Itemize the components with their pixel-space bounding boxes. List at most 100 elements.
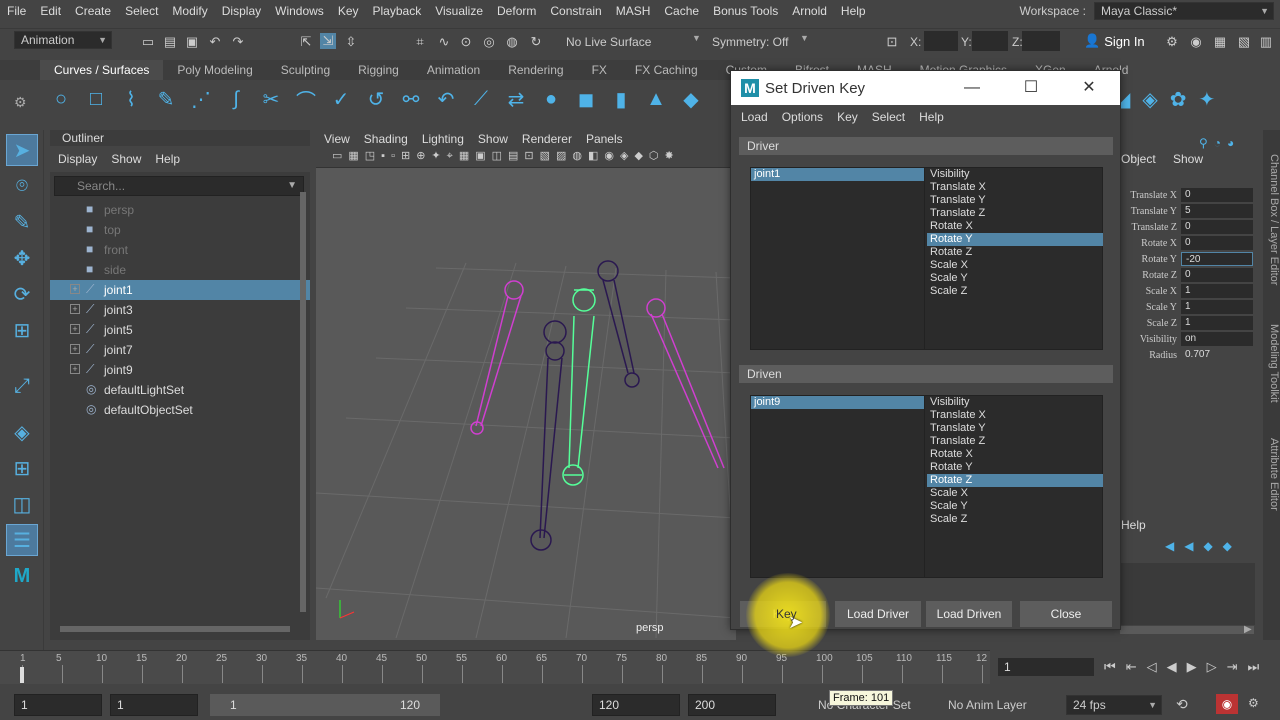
time-slider[interactable]: 1 5 10 15 20 25 30 35 40 45 50 55 60 65 70 75 80 85 90 95 10… <box>0 650 990 684</box>
outliner-item-joint1[interactable]: + ⟋ joint1 <box>50 280 310 300</box>
sdk-menu-key[interactable]: Key <box>837 110 858 124</box>
hypershade-icon[interactable]: ◉ <box>1188 34 1204 50</box>
channel-label[interactable]: Scale Y <box>1121 302 1181 313</box>
shelf-tab-curves-surfaces[interactable]: Curves / Surfaces <box>40 60 164 80</box>
step-forward-frame-icon[interactable]: ▷ <box>1207 659 1217 675</box>
y-coord-field[interactable] <box>972 31 1008 51</box>
save-scene-icon[interactable]: ▣ <box>184 34 200 50</box>
driver-attr-scale-z[interactable]: Scale Z <box>927 285 1103 298</box>
viewport-menu-view[interactable]: View <box>324 132 350 146</box>
select-tool-icon[interactable]: ➤ <box>6 134 38 166</box>
anim-layer-field[interactable]: No Anim Layer <box>948 698 1027 712</box>
redo-icon[interactable]: ↷ <box>230 34 246 50</box>
menu-create[interactable]: Create <box>68 0 118 22</box>
channel-box-icons[interactable]: ⚲◔◕ <box>1199 136 1259 150</box>
viewport-menu-renderer[interactable]: Renderer <box>522 132 572 146</box>
channel-value-field[interactable]: 5 <box>1181 204 1253 218</box>
sdk-menu-help[interactable]: Help <box>919 110 944 124</box>
live-surface-field[interactable]: No Live Surface <box>566 33 686 51</box>
snap-curve-icon[interactable]: ∿ <box>436 34 452 50</box>
channel-label[interactable]: Rotate Z <box>1121 270 1181 281</box>
channel-value-field[interactable]: 1 <box>1181 316 1253 330</box>
menu-deform[interactable]: Deform <box>490 0 543 22</box>
nurbs-sphere-icon[interactable]: ● <box>538 86 564 112</box>
sdk-menu-load[interactable]: Load <box>741 110 768 124</box>
gear-icon[interactable]: ⚙ <box>14 94 34 111</box>
close-button[interactable]: Close <box>1020 601 1112 627</box>
select-objects-icon[interactable]: ⇲ <box>320 33 336 49</box>
nurbs-plane-icon[interactable]: ◆ <box>678 86 704 112</box>
ipr-render-icon[interactable]: ▧ <box>1236 34 1252 50</box>
outliner-item-top[interactable]: ■ top <box>50 220 310 240</box>
driven-attr-scale-x[interactable]: Scale X <box>927 487 1103 500</box>
load-driven-button[interactable]: Load Driven <box>926 601 1012 627</box>
snap-view-icon[interactable]: ◎ <box>481 34 497 50</box>
curve-detach-icon[interactable]: ✓ <box>328 86 354 112</box>
outliner-item-side[interactable]: ■ side <box>50 260 310 280</box>
expand-icon[interactable]: + <box>70 364 80 374</box>
scroll-right-arrow-icon[interactable]: ▶ <box>1244 624 1252 635</box>
expand-icon[interactable]: + <box>70 344 80 354</box>
menu-edit[interactable]: Edit <box>33 0 68 22</box>
start-frame-field[interactable]: 1 <box>14 694 102 716</box>
shelf-tab-rigging[interactable]: Rigging <box>344 60 413 80</box>
driven-attr-translate-z[interactable]: Translate Z <box>927 435 1103 448</box>
channel-label[interactable]: Translate X <box>1121 190 1181 201</box>
viewport-menu-lighting[interactable]: Lighting <box>422 132 464 146</box>
menu-arnold[interactable]: Arnold <box>785 0 834 22</box>
driven-attr-rotate-x[interactable]: Rotate X <box>927 448 1103 461</box>
menu-key[interactable]: Key <box>331 0 366 22</box>
outliner-item-joint3[interactable]: + ⟋ joint3 <box>50 300 310 320</box>
channel-label[interactable]: Rotate X <box>1121 238 1181 249</box>
cv-curve-icon[interactable]: ⌇ <box>118 86 144 112</box>
layer-scrollbar[interactable] <box>1120 626 1254 634</box>
shelf-tab-sculpting[interactable]: Sculpting <box>267 60 344 80</box>
driven-attr-rotate-z[interactable]: Rotate Z <box>927 474 1103 487</box>
menu-mash[interactable]: MASH <box>609 0 658 22</box>
maximize-icon[interactable]: ☐ <box>1008 71 1054 105</box>
layer-icons[interactable]: ◀◀◆◆ <box>1165 539 1265 553</box>
menu-select[interactable]: Select <box>118 0 165 22</box>
current-frame-field[interactable]: 1 <box>998 658 1094 676</box>
outliner-search-input[interactable]: Search... ▼ <box>54 176 304 196</box>
shelf-tab-rendering[interactable]: Rendering <box>494 60 577 80</box>
driven-attr-scale-z[interactable]: Scale Z <box>927 513 1103 526</box>
driver-attr-translate-y[interactable]: Translate Y <box>927 194 1103 207</box>
render-settings-icon[interactable]: ⚙ <box>1164 34 1180 50</box>
channel-value-field[interactable]: 0 <box>1181 268 1253 282</box>
revolve-icon[interactable]: ✿ <box>1170 87 1187 112</box>
go-to-start-icon[interactable]: ⏮ <box>1104 659 1116 675</box>
chevron-down-icon[interactable]: ▼ <box>692 33 701 43</box>
symmetry-dropdown[interactable]: Symmetry: Off <box>712 33 788 51</box>
current-time-marker[interactable] <box>20 667 24 683</box>
ep-curve-icon[interactable]: ✎ <box>153 86 179 112</box>
four-view-icon[interactable]: ⊞ <box>6 452 38 484</box>
outliner-menu-display[interactable]: Display <box>58 152 97 166</box>
close-icon[interactable]: ✕ <box>1066 71 1112 105</box>
extrude-icon[interactable]: ✦ <box>1199 87 1216 112</box>
channel-label[interactable]: Translate Z <box>1121 222 1181 233</box>
menu-playback[interactable]: Playback <box>366 0 429 22</box>
outliner-item-joint7[interactable]: + ⟋ joint7 <box>50 340 310 360</box>
lasso-tool-icon[interactable]: ⌾ <box>6 170 38 202</box>
channel-label[interactable]: Translate Y <box>1121 206 1181 217</box>
workspace-dropdown[interactable]: Maya Classic* ▼ <box>1094 2 1274 20</box>
menu-object[interactable]: Object <box>1121 152 1156 166</box>
nurbs-cylinder-icon[interactable]: ▮ <box>608 86 634 112</box>
paint-select-tool-icon[interactable]: ✎ <box>6 206 38 238</box>
menu-bonus-tools[interactable]: Bonus Tools <box>706 0 785 22</box>
channel-value-field[interactable]: 0 <box>1181 236 1253 250</box>
sdk-menu-select[interactable]: Select <box>872 110 905 124</box>
outliner-menu-help[interactable]: Help <box>155 152 180 166</box>
outliner-h-scrollbar[interactable] <box>60 626 290 632</box>
outliner-item-front[interactable]: ■ front <box>50 240 310 260</box>
driver-attr-visibility[interactable]: Visibility <box>927 168 1103 181</box>
channel-value-field[interactable]: 0 <box>1181 188 1253 202</box>
nurbs-cone-icon[interactable]: ▲ <box>643 86 669 112</box>
driver-attr-rotate-x[interactable]: Rotate X <box>927 220 1103 233</box>
driver-attr-translate-z[interactable]: Translate Z <box>927 207 1103 220</box>
perspective-viewport[interactable]: View Shading Lighting Show Renderer Panels ▭▦… <box>316 130 736 640</box>
bezier-curve-icon[interactable]: ⋰ <box>188 86 214 112</box>
shelf-tab-poly-modeling[interactable]: Poly Modeling <box>163 60 266 80</box>
channel-label[interactable]: Scale X <box>1121 286 1181 297</box>
